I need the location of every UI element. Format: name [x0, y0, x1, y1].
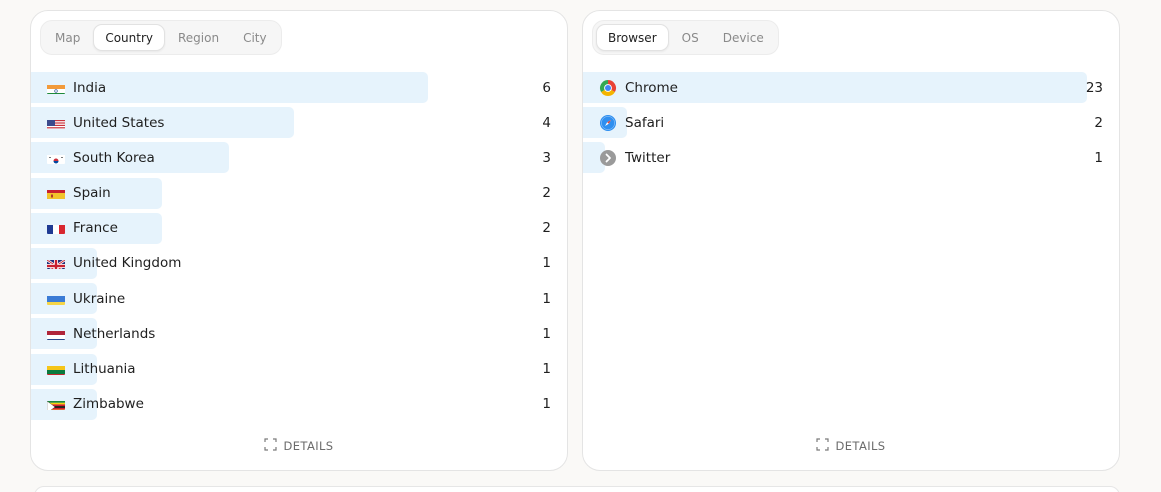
row-label: Twitter — [625, 149, 671, 166]
list-item[interactable]: Safari 2 — [583, 106, 1119, 141]
row-value: 3 — [542, 149, 551, 166]
row-label: India — [73, 79, 107, 96]
location-card: Map Country Region City India 6 United S… — [30, 10, 568, 471]
next-card — [34, 486, 1120, 492]
tab-region[interactable]: Region — [167, 24, 230, 51]
list-item[interactable]: France 2 — [31, 212, 567, 247]
list-item[interactable]: India 6 — [31, 71, 567, 106]
row-label: United States — [73, 114, 165, 131]
row-value: 1 — [542, 396, 551, 413]
row-value: 1 — [542, 255, 551, 272]
details-button[interactable]: DETAILS — [583, 438, 1119, 454]
row-label: Safari — [625, 114, 665, 131]
row-value: 1 — [542, 290, 551, 307]
zimbabwe-flag-icon — [47, 398, 65, 411]
row-label: Zimbabwe — [73, 396, 144, 413]
list-item[interactable]: Ukraine 1 — [31, 282, 567, 317]
row-value: 4 — [542, 114, 551, 131]
row-label: Lithuania — [73, 361, 136, 377]
tab-device[interactable]: Device — [712, 24, 775, 51]
row-value: 1 — [1094, 149, 1103, 166]
france-flag-icon — [47, 222, 65, 235]
india-flag-icon — [47, 82, 65, 94]
location-tabs: Map Country Region City — [40, 20, 282, 55]
list-item[interactable]: Chrome 23 — [583, 71, 1119, 106]
spain-flag-icon — [47, 187, 65, 200]
tab-os[interactable]: OS — [671, 24, 710, 51]
row-label: South Korea — [73, 149, 155, 166]
row-label: Chrome — [625, 79, 678, 96]
tab-map[interactable]: Map — [44, 24, 91, 51]
row-label: Spain — [73, 185, 111, 202]
chrome-icon — [599, 79, 617, 97]
south-korea-flag-icon — [47, 152, 65, 164]
row-value: 2 — [1094, 114, 1103, 131]
lithuania-flag-icon — [47, 363, 65, 375]
row-label: United Kingdom — [73, 255, 182, 272]
row-value: 23 — [1085, 79, 1103, 96]
safari-icon — [599, 114, 617, 132]
row-label: France — [73, 220, 118, 237]
list-item[interactable]: Netherlands 1 — [31, 317, 567, 352]
expand-icon — [816, 438, 830, 454]
list-item[interactable]: United Kingdom 1 — [31, 247, 567, 282]
list-item[interactable]: South Korea 3 — [31, 141, 567, 176]
list-item[interactable]: Spain 2 — [31, 177, 567, 212]
list-item[interactable]: Zimbabwe 1 — [31, 388, 567, 423]
row-value: 2 — [542, 220, 551, 237]
details-label: DETAILS — [283, 439, 334, 453]
details-button[interactable]: DETAILS — [31, 438, 567, 454]
browser-list: Chrome 23 Safari 2 Twitter 1 — [583, 71, 1119, 177]
device-tabs: Browser OS Device — [592, 20, 779, 55]
list-item[interactable]: United States 4 — [31, 106, 567, 141]
row-label: Netherlands — [73, 325, 156, 342]
row-label: Ukraine — [73, 290, 126, 307]
list-item[interactable]: Twitter 1 — [583, 141, 1119, 176]
expand-icon — [264, 438, 278, 454]
united-states-flag-icon — [47, 117, 65, 129]
country-list: India 6 United States 4 South Korea 3 Sp… — [31, 71, 567, 423]
device-card: Browser OS Device Chrome 23 Safari 2 Twi… — [582, 10, 1120, 471]
ukraine-flag-icon — [47, 293, 65, 305]
united-kingdom-flag-icon — [47, 257, 65, 270]
tab-city[interactable]: City — [232, 24, 278, 51]
twitter-link-icon — [599, 149, 617, 167]
tab-browser[interactable]: Browser — [596, 24, 669, 51]
details-label: DETAILS — [835, 439, 886, 453]
row-value: 1 — [542, 361, 551, 377]
tab-country[interactable]: Country — [93, 24, 165, 51]
list-item[interactable]: Lithuania 1 — [31, 353, 567, 388]
row-value: 1 — [542, 325, 551, 342]
row-value: 6 — [542, 79, 551, 96]
row-value: 2 — [542, 185, 551, 202]
netherlands-flag-icon — [47, 328, 65, 340]
